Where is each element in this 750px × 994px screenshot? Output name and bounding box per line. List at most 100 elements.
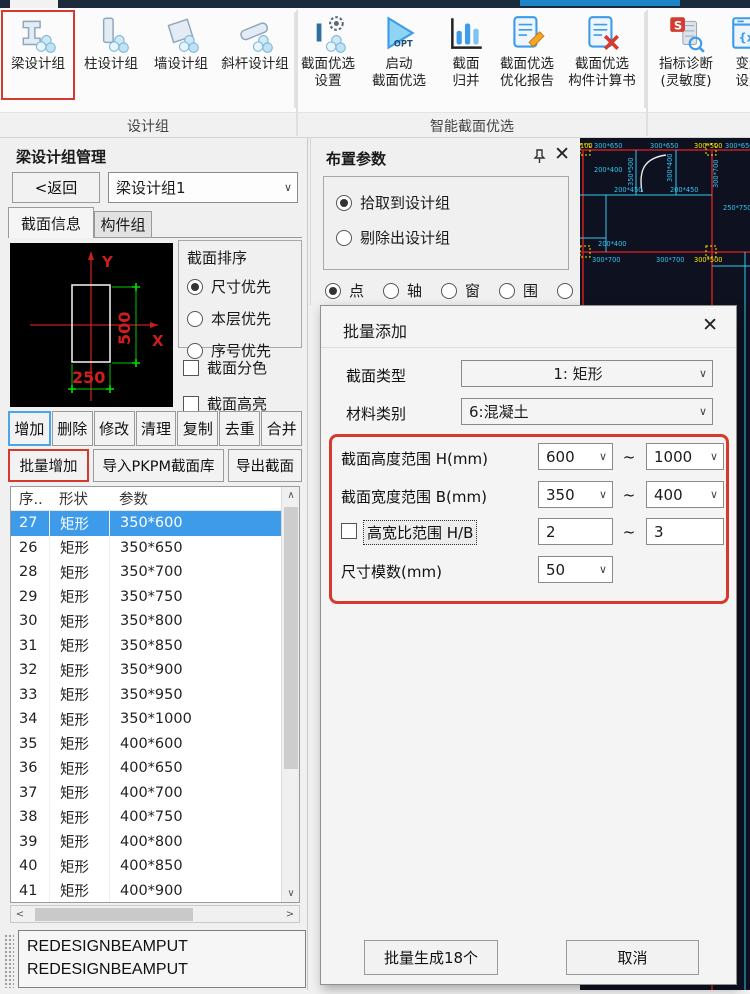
ribbon-button-section-opt-settings[interactable]: I截面优选设置 (296, 8, 360, 112)
ribbon-button-label: 构件计算书 (568, 73, 636, 90)
scroll-down-icon[interactable]: ∨ (282, 885, 300, 902)
scroll-thumb[interactable] (284, 507, 298, 769)
table-row[interactable]: 37矩形400*700 (11, 781, 281, 806)
tab-member-group[interactable]: 构件组 (94, 211, 152, 238)
pick-option-轴[interactable]: 轴 (383, 280, 422, 301)
generate-button[interactable]: 批量生成18个 (364, 940, 498, 975)
start-opt-icon: OPT (378, 12, 420, 56)
action-button-删除[interactable]: 删除 (52, 411, 93, 446)
pick-option-窗[interactable]: 窗 (441, 280, 480, 301)
mode-option-拾取到设计组[interactable]: 拾取到设计组 (336, 192, 568, 213)
close-icon[interactable]: ✕ (554, 145, 570, 164)
batch-button-批量增加[interactable]: 批量增加 (8, 449, 89, 482)
table-row[interactable]: 34矩形350*1000 (11, 707, 281, 732)
ribbon-group-label: 智能截面优选 (298, 116, 646, 136)
dialog-title: 批量添加 (343, 318, 407, 342)
ratio-from-input[interactable]: 2 (538, 518, 613, 545)
table-row[interactable]: 38矩形400*750 (11, 805, 281, 830)
ratio-range-label[interactable]: 高宽比范围 H/B (363, 520, 477, 545)
height-to-select[interactable]: 1000 ∨ (646, 443, 724, 470)
section-type-select[interactable]: 1: 矩形 ∨ (461, 360, 713, 387)
col-shape[interactable]: 形状 (49, 487, 109, 510)
vertical-scrollbar[interactable]: ∧ ∨ (281, 487, 299, 902)
action-button-复制[interactable]: 复制 (177, 411, 218, 446)
width-from-select[interactable]: 350 ∨ (538, 481, 613, 508)
ratio-range-checkbox[interactable] (341, 523, 357, 539)
ribbon-button-brace-group[interactable]: 斜杆设计组 (216, 8, 294, 112)
sort-option-尺寸优先[interactable]: 尺寸优先 (187, 276, 301, 297)
table-row[interactable]: 39矩形400*800 (11, 830, 281, 855)
action-button-合并[interactable]: 合并 (261, 411, 302, 446)
table-row[interactable]: 36矩形400*650 (11, 756, 281, 781)
ribbon-active-tab-indicator (520, 0, 680, 6)
col-param[interactable]: 参数 (109, 487, 299, 510)
option-label: 窗 (465, 280, 480, 301)
ribbon-button-label: 梁设计组 (11, 56, 65, 73)
ribbon-button-section-merge[interactable]: 截面归并 (438, 8, 494, 112)
ribbon-button-variable-settings[interactable]: {x}变量设置 (726, 8, 750, 112)
height-from-select[interactable]: 600 ∨ (538, 443, 613, 470)
svg-text:I: I (314, 18, 323, 47)
scroll-up-icon[interactable]: ∧ (282, 487, 300, 504)
mode-option-剔除出设计组[interactable]: 剔除出设计组 (336, 227, 568, 248)
ribbon-button-start-opt[interactable]: OPT启动截面优选 (360, 8, 438, 112)
material-select[interactable]: 6:混凝土 ∨ (461, 398, 713, 425)
sort-option-本层优先[interactable]: 本层优先 (187, 308, 301, 329)
scroll-thumb[interactable] (35, 908, 193, 921)
log-panel-grip[interactable] (4, 934, 14, 988)
ratio-to-input[interactable]: 3 (646, 518, 724, 545)
cad-dimension-label: 300*650 (650, 142, 678, 150)
pick-option-围[interactable]: 围 (499, 280, 538, 301)
option-label: 本层优先 (211, 308, 271, 329)
ribbon-button-beam-group[interactable]: 梁设计组 (0, 8, 76, 112)
col-no[interactable]: 序.. (11, 488, 49, 509)
scroll-right-icon[interactable]: > (281, 906, 299, 922)
table-row[interactable]: 30矩形350*800 (11, 609, 281, 634)
table-row[interactable]: 27矩形350*600 (11, 511, 281, 536)
table-row[interactable]: 32矩形350*900 (11, 658, 281, 683)
design-group-select[interactable]: 梁设计组1 ∨ (108, 172, 298, 203)
option-label: 轴 (407, 280, 422, 301)
width-from-value: 350 (539, 486, 594, 504)
table-row[interactable]: 35矩形400*600 (11, 732, 281, 757)
brace-group-icon (234, 12, 276, 56)
modulus-select[interactable]: 50 ∨ (538, 556, 613, 583)
action-button-增加[interactable]: 增加 (8, 411, 51, 446)
table-row[interactable]: 26矩形350*650 (11, 536, 281, 561)
pin-icon[interactable] (533, 149, 546, 168)
cad-dimension-label: 300*700 (712, 160, 720, 188)
material-label: 材料类别 (346, 403, 406, 424)
action-button-修改[interactable]: 修改 (94, 411, 135, 446)
titlebar-tab[interactable] (10, 0, 58, 8)
close-icon[interactable]: ✕ (702, 316, 718, 335)
action-button-去重[interactable]: 去重 (219, 411, 260, 446)
batch-button-导入PKPM截面库[interactable]: 导入PKPM截面库 (93, 449, 224, 482)
table-row[interactable]: 28矩形350*700 (11, 560, 281, 585)
width-to-select[interactable]: 400 ∨ (646, 481, 724, 508)
chevron-down-icon: ∨ (594, 450, 612, 463)
scroll-left-icon[interactable]: < (11, 906, 29, 922)
table-row[interactable]: 33矩形350*950 (11, 683, 281, 708)
table-row[interactable]: 29矩形350*750 (11, 585, 281, 610)
batch-button-导出截面[interactable]: 导出截面 (228, 449, 302, 482)
back-button[interactable]: <返回 (12, 172, 100, 203)
display-option-截面分色[interactable]: 截面分色 (183, 357, 267, 378)
ribbon-button-member-calc[interactable]: 截面优选构件计算书 (560, 8, 644, 112)
table-row[interactable]: 31矩形350*850 (11, 634, 281, 659)
table-row[interactable]: 41矩形400*900 (11, 879, 281, 903)
option-label: 截面分色 (207, 357, 267, 378)
pick-option-点[interactable]: 点 (325, 280, 364, 301)
cancel-button[interactable]: 取消 (566, 940, 699, 975)
ribbon-button-wall-group[interactable]: 墙设计组 (146, 8, 216, 112)
table-row[interactable]: 40矩形400*850 (11, 854, 281, 879)
horizontal-scrollbar[interactable]: < > (10, 905, 300, 923)
ribbon-button-opt-report[interactable]: 截面优选优化报告 (494, 8, 560, 112)
ribbon-button-index-diagnosis[interactable]: S指标诊断(灵敏度) (646, 8, 726, 112)
table-cell: 27 (11, 515, 49, 531)
ribbon-button-column-group[interactable]: 柱设计组 (76, 8, 146, 112)
ribbon-button-label: 设置 (315, 73, 342, 90)
action-button-清理[interactable]: 清理 (136, 411, 177, 446)
tab-section-info[interactable]: 截面信息 (8, 207, 94, 238)
radio-icon (499, 283, 515, 299)
width-to-value: 400 (647, 486, 705, 504)
